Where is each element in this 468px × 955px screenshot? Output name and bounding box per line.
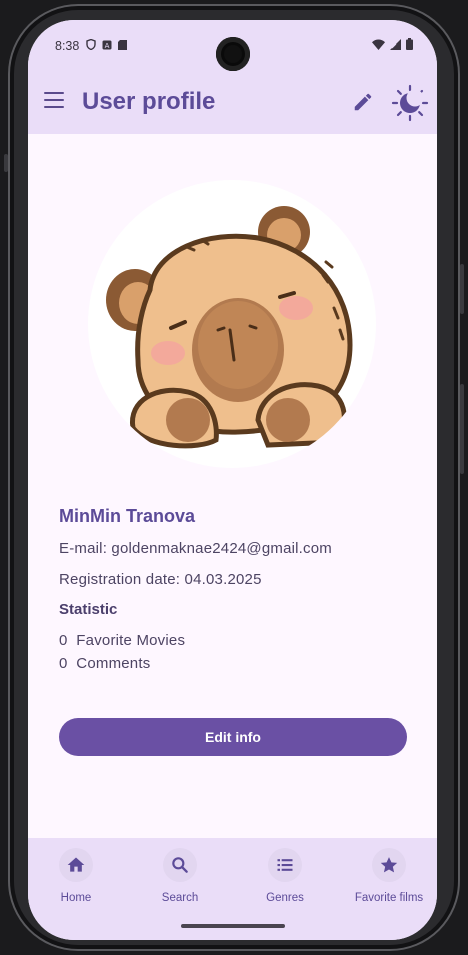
battery-icon: [406, 38, 413, 53]
screen: 8:38 A User profile MinMin Tranova E-mai…: [28, 20, 437, 940]
avatar: [88, 180, 376, 468]
star-icon: [372, 848, 406, 882]
volume-button: [460, 264, 464, 314]
stat-label: Favorite Movies: [76, 632, 186, 649]
nav-label: Home: [60, 892, 92, 904]
front-camera: [216, 37, 250, 71]
user-name: MinMin Tranova: [59, 506, 196, 526]
nav-genres[interactable]: Genres: [240, 848, 330, 904]
stat-comments: 0 Comments: [59, 655, 150, 672]
app-bar: User profile: [28, 72, 437, 134]
dark-mode-icon[interactable]: [391, 84, 429, 122]
stat-favorite-movies: 0 Favorite Movies: [59, 632, 185, 649]
stat-count: 0: [59, 632, 68, 649]
svg-text:A: A: [105, 42, 110, 50]
home-icon: [59, 848, 93, 882]
nav-label: Genres: [266, 892, 304, 904]
statistic-title: Statistic: [59, 601, 118, 618]
stat-count: 0: [59, 655, 68, 672]
gesture-bar[interactable]: [181, 924, 285, 928]
edit-icon[interactable]: [352, 91, 378, 117]
nav-label: Search: [161, 892, 199, 904]
sd-card-icon: [118, 39, 128, 50]
page-title: User profile: [82, 88, 216, 115]
menu-icon[interactable]: [44, 92, 64, 108]
bottom-navigation: Home Search Genres Favorite films: [28, 838, 437, 940]
registration-date: Registration date: 04.03.2025: [59, 571, 262, 588]
wifi-icon: [372, 39, 385, 53]
status-time: 8:38: [55, 39, 80, 53]
system-icons: [372, 38, 413, 53]
list-icon: [268, 848, 302, 882]
notification-icons: A: [86, 38, 128, 51]
nav-search[interactable]: Search: [135, 848, 225, 904]
nav-label: Favorite films: [354, 892, 424, 904]
nav-home[interactable]: Home: [31, 848, 121, 904]
stat-label: Comments: [76, 655, 151, 672]
side-button: [4, 154, 8, 172]
email-line: E-mail: goldenmaknae2424@gmail.com: [59, 540, 332, 557]
app-notification-icon: A: [102, 39, 112, 50]
power-button: [460, 384, 464, 474]
shield-icon: [86, 38, 96, 51]
capybara-avatar-image: [106, 206, 353, 449]
edit-info-button[interactable]: Edit info: [59, 718, 407, 756]
nav-favorite-films[interactable]: Favorite films: [344, 848, 434, 904]
status-bar: 8:38 A: [28, 20, 437, 72]
search-icon: [163, 848, 197, 882]
signal-icon: [390, 38, 401, 53]
